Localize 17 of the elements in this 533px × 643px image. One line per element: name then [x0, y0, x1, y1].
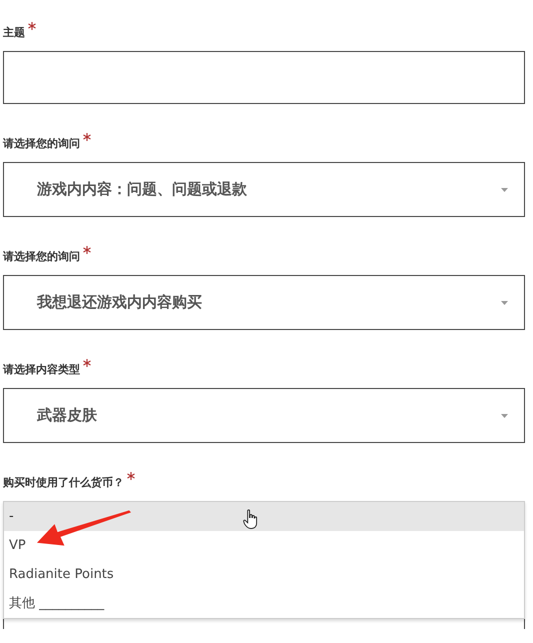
- hand-cursor-icon: [243, 509, 258, 530]
- dropdown-option[interactable]: Radianite Points: [4, 560, 524, 589]
- select-field[interactable]: 游戏内内容：问题、问题或退款: [3, 162, 525, 217]
- dropdown-option[interactable]: 其他 __________: [4, 589, 524, 618]
- caret-icon: [501, 414, 508, 418]
- caret-icon: [501, 188, 508, 192]
- field-label: 主题: [3, 25, 25, 40]
- dropdown-option[interactable]: VP: [4, 531, 524, 560]
- select-field[interactable]: 我想退还游戏内内容购买: [3, 275, 525, 330]
- field-label: 请选择您的询问: [3, 136, 80, 151]
- dropdown-option[interactable]: -: [4, 502, 524, 531]
- select-field[interactable]: 武器皮肤: [3, 388, 525, 443]
- caret-icon: [501, 300, 508, 304]
- input-field[interactable]: [3, 51, 525, 104]
- field-label: 购买时使用了什么货币？: [3, 475, 124, 490]
- field-label: 请选择内容类型: [3, 362, 80, 377]
- field-label: 请选择您的询问: [3, 249, 80, 264]
